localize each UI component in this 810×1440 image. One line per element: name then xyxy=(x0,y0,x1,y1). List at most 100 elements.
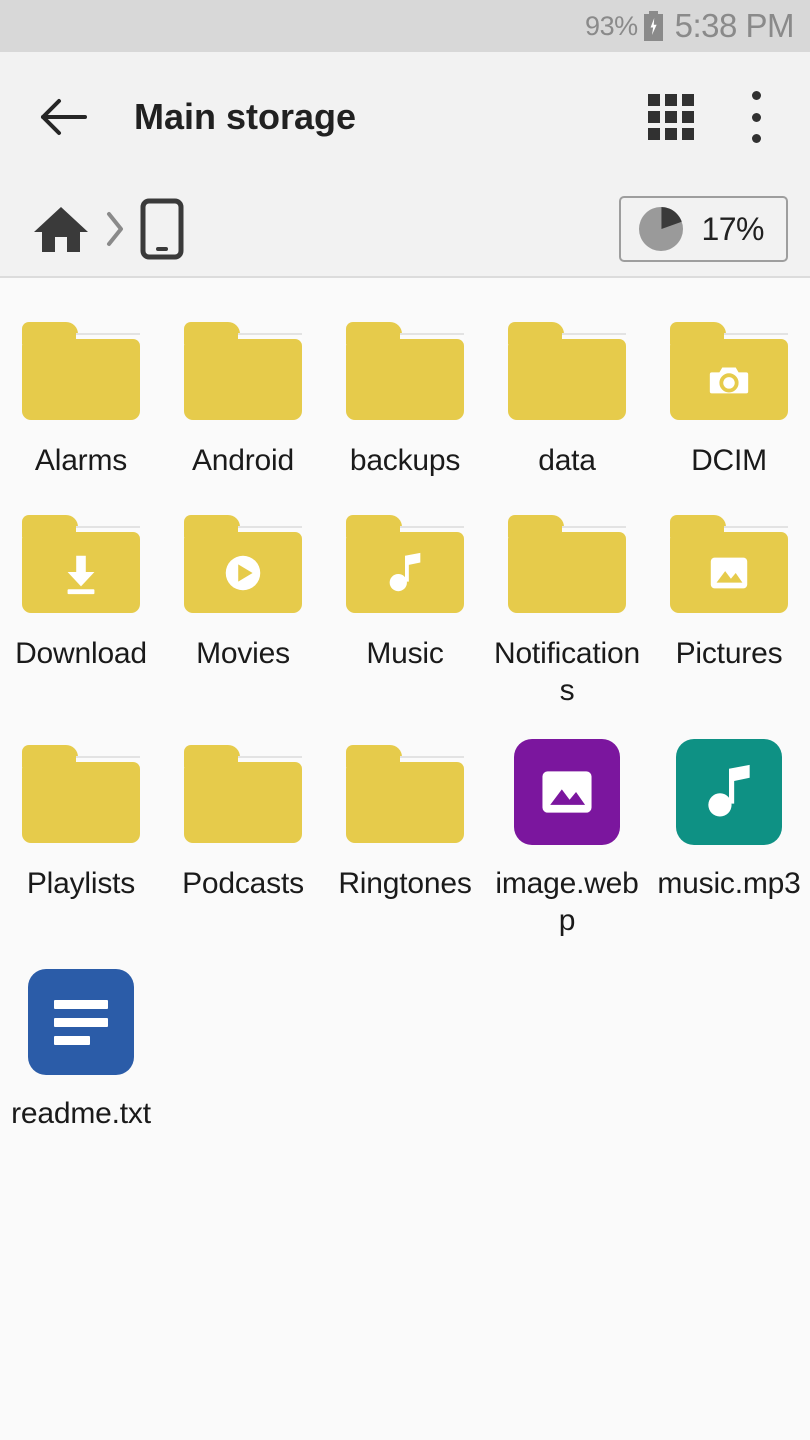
chevron-right-icon xyxy=(104,209,126,249)
folder-item[interactable]: Movies xyxy=(162,495,324,725)
folder-icon xyxy=(346,322,464,420)
folder-badge xyxy=(670,339,788,420)
battery-charging-icon xyxy=(643,11,663,41)
folder-item[interactable]: Android xyxy=(162,302,324,495)
folder-badge xyxy=(184,532,302,613)
folder-badge xyxy=(346,339,464,420)
folder-item[interactable]: Ringtones xyxy=(324,725,486,955)
folder-label: Download xyxy=(15,637,147,670)
folder-label: Playlists xyxy=(26,867,136,900)
file-label: music.mp3 xyxy=(657,867,801,900)
folder-icon xyxy=(508,316,626,420)
folder-icon xyxy=(184,745,302,843)
file-icon xyxy=(508,739,626,845)
folder-icon xyxy=(670,316,788,420)
folder-item[interactable]: data xyxy=(486,302,648,495)
file-label: readme.txt xyxy=(11,1097,151,1130)
folder-icon xyxy=(184,739,302,843)
folder-item[interactable]: Pictures xyxy=(648,495,810,725)
folder-badge xyxy=(346,762,464,843)
camera-icon xyxy=(709,367,749,393)
image-icon xyxy=(542,771,592,813)
home-icon xyxy=(34,207,88,252)
music-note-icon xyxy=(389,552,421,591)
folder-icon xyxy=(508,515,626,613)
folder-badge xyxy=(670,532,788,613)
folder-item[interactable]: Music xyxy=(324,495,486,725)
folder-icon xyxy=(670,509,788,613)
download-icon xyxy=(67,555,95,594)
folder-icon xyxy=(508,322,626,420)
folder-item[interactable]: Notifications xyxy=(486,495,648,725)
storage-usage-button[interactable]: 17% xyxy=(619,196,788,262)
folder-label: Movies xyxy=(196,637,290,670)
folder-badge xyxy=(508,532,626,613)
folder-badge xyxy=(184,339,302,420)
folder-label: Music xyxy=(366,637,444,670)
folder-label: Alarms xyxy=(34,444,128,477)
folder-item[interactable]: Alarms xyxy=(0,302,162,495)
folder-label: DCIM xyxy=(691,444,767,477)
more-vertical-icon[interactable] xyxy=(744,91,768,143)
folder-badge xyxy=(184,762,302,843)
folder-badge xyxy=(22,762,140,843)
folder-item[interactable]: backups xyxy=(324,302,486,495)
file-item[interactable]: image.webp xyxy=(486,725,648,955)
text-lines-icon xyxy=(54,999,108,1045)
folder-icon xyxy=(184,509,302,613)
folder-icon xyxy=(22,316,140,420)
folder-icon xyxy=(346,515,464,613)
folder-badge xyxy=(22,339,140,420)
file-icon xyxy=(22,969,140,1075)
folder-badge xyxy=(22,532,140,613)
folder-item[interactable]: Download xyxy=(0,495,162,725)
folder-icon xyxy=(22,509,140,613)
folder-label: Android xyxy=(191,444,294,477)
breadcrumb-item-device[interactable] xyxy=(140,198,184,260)
folder-icon xyxy=(346,316,464,420)
status-bar: 93% 5:38 PM xyxy=(0,0,810,52)
page-title: Main storage xyxy=(134,96,357,137)
file-icon xyxy=(670,739,788,845)
file-grid: Alarms Android backups data DCIM Download Movi… xyxy=(0,278,810,1148)
clock-label: 5:38 PM xyxy=(674,7,795,44)
folder-icon xyxy=(22,745,140,843)
file-tile xyxy=(28,969,134,1075)
storage-usage-label: 17% xyxy=(701,210,764,247)
folder-icon xyxy=(670,515,788,613)
folder-item[interactable]: Playlists xyxy=(0,725,162,955)
grid-view-icon[interactable] xyxy=(648,94,694,140)
pie-chart-icon xyxy=(639,207,684,251)
file-item[interactable]: music.mp3 xyxy=(648,725,810,955)
folder-icon xyxy=(22,322,140,420)
phone-icon xyxy=(140,198,184,260)
image-icon xyxy=(710,557,748,588)
folder-icon xyxy=(670,322,788,420)
play-circle-icon xyxy=(225,555,261,590)
folder-label: backups xyxy=(349,444,461,477)
battery-percent-label: 93% xyxy=(585,10,638,41)
file-label: image.webp xyxy=(495,867,639,937)
folder-icon xyxy=(22,739,140,843)
folder-badge xyxy=(346,532,464,613)
folder-item[interactable]: Podcasts xyxy=(162,725,324,955)
folder-label: Podcasts xyxy=(182,867,304,900)
file-item[interactable]: readme.txt xyxy=(0,955,162,1148)
music-note-icon xyxy=(708,764,750,817)
folder-icon xyxy=(22,515,140,613)
breadcrumb-item-home[interactable] xyxy=(32,203,90,255)
folder-label: Ringtones xyxy=(338,867,472,900)
folder-icon xyxy=(184,322,302,420)
folder-icon xyxy=(346,739,464,843)
folder-badge xyxy=(508,339,626,420)
folder-item[interactable]: DCIM xyxy=(648,302,810,495)
back-button[interactable] xyxy=(36,89,92,145)
folder-label: Notifications xyxy=(493,637,640,707)
folder-icon xyxy=(184,515,302,613)
folder-icon xyxy=(346,509,464,613)
folder-icon xyxy=(184,316,302,420)
file-tile xyxy=(676,739,782,845)
file-tile xyxy=(514,739,620,845)
folder-label: data xyxy=(538,444,596,477)
folder-label: Pictures xyxy=(675,637,783,670)
